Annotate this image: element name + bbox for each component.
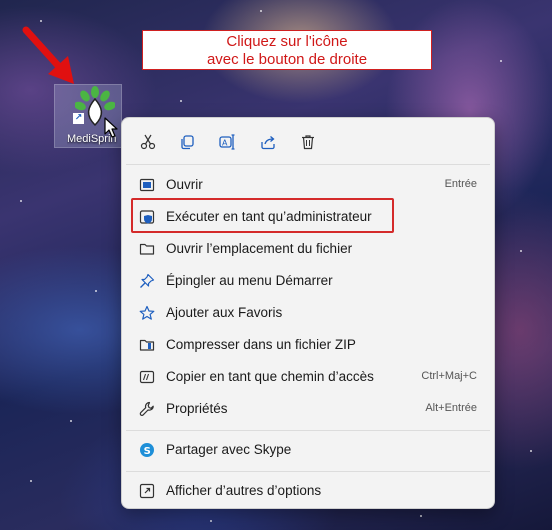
- rename-icon: A: [219, 134, 235, 150]
- zip-icon: [139, 339, 155, 351]
- copy-button[interactable]: [175, 130, 199, 154]
- menu-item-label: Compresser dans un fichier ZIP: [166, 337, 356, 352]
- context-menu: A Ouvrir Entrée Exécuter en tant qu’admi…: [121, 117, 495, 509]
- highlight-run-as-admin: [131, 198, 394, 233]
- menu-item-add-favorites[interactable]: Ajouter aux Favoris: [127, 298, 489, 328]
- menu-item-properties[interactable]: Propriétés Alt+Entrée: [127, 394, 489, 424]
- folder-icon: [139, 243, 155, 255]
- menu-separator: [126, 164, 490, 165]
- instruction-callout: Cliquez sur l'icône avec le bouton de dr…: [142, 30, 432, 70]
- menu-item-label: Ouvrir: [166, 177, 203, 192]
- open-icon: [139, 178, 155, 192]
- path-icon: [139, 370, 155, 384]
- menu-item-label: Ouvrir l’emplacement du fichier: [166, 241, 353, 256]
- menu-item-label: Propriétés: [166, 401, 228, 416]
- menu-item-shortcut: Alt+Entrée: [425, 402, 477, 414]
- menu-item-label: Copier en tant que chemin d’accès: [166, 369, 374, 384]
- cut-button[interactable]: [136, 130, 160, 154]
- copy-icon: [181, 135, 194, 150]
- menu-item-label: Afficher d’autres d’options: [166, 483, 322, 498]
- skype-icon: S: [140, 443, 154, 457]
- share-button[interactable]: [256, 130, 280, 154]
- menu-item-share-skype[interactable]: S Partager avec Skype: [127, 435, 489, 465]
- menu-item-compress-zip[interactable]: Compresser dans un fichier ZIP: [127, 330, 489, 360]
- menu-item-copy-as-path[interactable]: Copier en tant que chemin d’accès Ctrl+M…: [127, 362, 489, 392]
- delete-icon: [302, 135, 314, 150]
- menu-item-label: Partager avec Skype: [166, 442, 292, 457]
- wrench-icon: [139, 401, 154, 416]
- mouse-cursor-icon: [104, 117, 118, 138]
- instruction-line-1: Cliquez sur l'icône: [226, 33, 348, 50]
- red-arrow-icon: [22, 26, 74, 84]
- delete-button[interactable]: [296, 130, 320, 154]
- menu-item-label: Ajouter aux Favoris: [166, 305, 283, 320]
- menu-item-shortcut: Entrée: [444, 178, 477, 190]
- pin-icon: [140, 273, 155, 288]
- more-options-icon: [139, 483, 155, 499]
- menu-item-shortcut: Ctrl+Maj+C: [421, 370, 477, 382]
- menu-separator: [126, 430, 490, 431]
- shortcut-arrow-icon: ↗: [73, 113, 84, 124]
- menu-item-show-more-options[interactable]: Afficher d’autres d’options: [127, 476, 489, 506]
- star-icon: [139, 305, 155, 320]
- menu-item-open[interactable]: Ouvrir Entrée: [127, 170, 489, 200]
- svg-text:A: A: [222, 139, 228, 148]
- menu-item-label: Épingler au menu Démarrer: [166, 273, 333, 288]
- menu-separator: [126, 471, 490, 472]
- instruction-line-2: avec le bouton de droite: [206, 51, 368, 68]
- rename-button[interactable]: A: [216, 130, 240, 154]
- cut-icon: [140, 134, 156, 150]
- context-menu-toolbar: A: [122, 130, 494, 154]
- menu-item-open-file-location[interactable]: Ouvrir l’emplacement du fichier: [127, 234, 489, 264]
- menu-item-pin-to-start[interactable]: Épingler au menu Démarrer: [127, 266, 489, 296]
- svg-text:S: S: [144, 446, 151, 457]
- share-icon: [261, 136, 275, 150]
